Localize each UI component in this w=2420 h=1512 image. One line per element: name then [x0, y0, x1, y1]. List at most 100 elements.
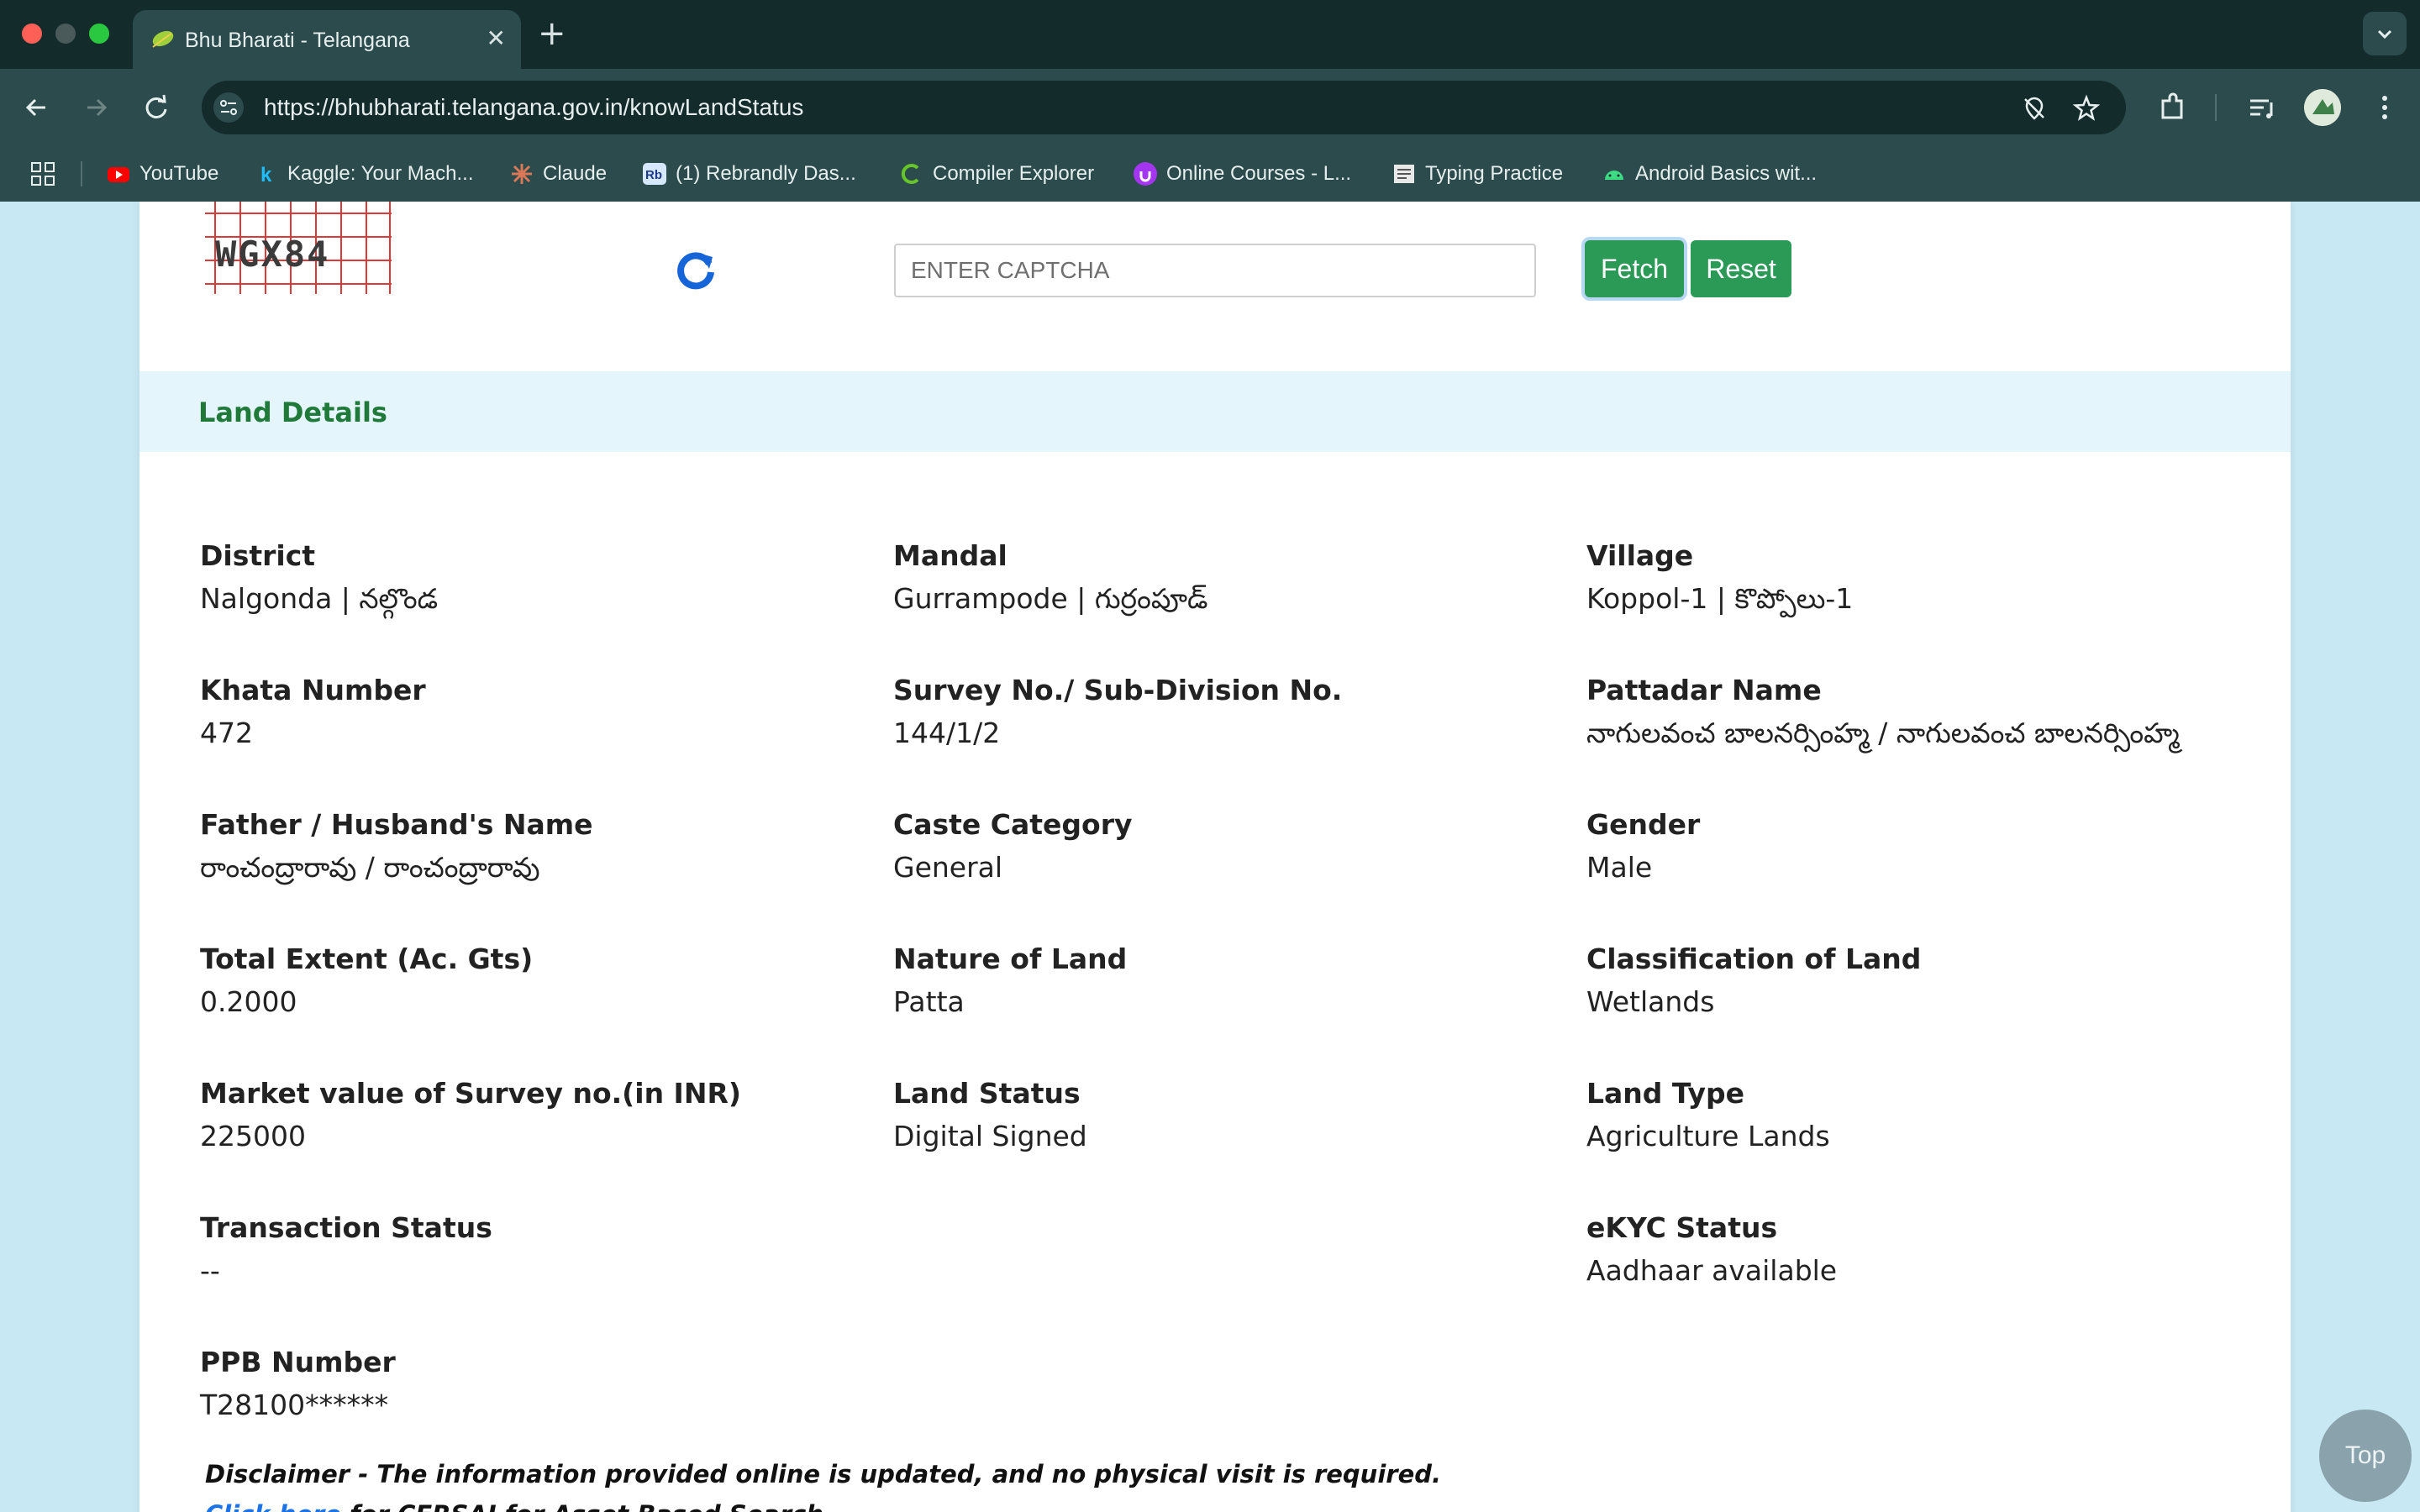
cersai-link-suffix: for CERSAI for Asset Based Search — [341, 1500, 823, 1512]
tab-close-icon[interactable]: ✕ — [487, 27, 506, 50]
youtube-icon — [108, 167, 129, 182]
bookmark-rebrandly[interactable]: Rb (1) Rebrandly Das... — [642, 158, 856, 190]
site-info-icon[interactable] — [213, 92, 244, 123]
field-label: Caste Category — [893, 808, 1133, 841]
new-tab-button[interactable]: + — [538, 15, 566, 52]
bookmarks-divider — [81, 161, 82, 186]
reset-button[interactable]: Reset — [1691, 240, 1791, 297]
field-label: Mandal — [893, 539, 1007, 572]
fetch-button[interactable]: Fetch — [1585, 240, 1684, 297]
tab-title: Bhu Bharati - Telangana — [185, 29, 410, 52]
field-survey-number: Survey No./ Sub-Division No. 144/1/2 — [893, 674, 1342, 749]
bookmark-android-basics[interactable]: Android Basics wit... — [1602, 158, 1817, 190]
field-father-husband-name: Father / Husband's Name రాంచంద్రారావు / … — [200, 808, 592, 890]
bookmark-label: Kaggle: Your Mach... — [287, 162, 474, 185]
field-value: రాంచంద్రారావు / రాంచంద్రారావు — [200, 851, 540, 884]
chevron-down-icon — [2377, 29, 2392, 39]
field-classification-of-land: Classification of Land Wetlands — [1586, 942, 1921, 1018]
apps-grid-icon[interactable] — [30, 161, 55, 186]
captcha-input[interactable] — [894, 244, 1536, 297]
field-ppb-number: PPB Number T28100****** — [200, 1346, 396, 1421]
field-value: Digital Signed — [893, 1120, 1087, 1152]
field-value: 144/1/2 — [893, 717, 1001, 749]
field-ekyc-status: eKYC Status Aadhaar available — [1586, 1211, 1837, 1287]
field-label: Total Extent (Ac. Gts) — [200, 942, 534, 975]
bookmark-label: Android Basics wit... — [1635, 162, 1818, 185]
window-minimize-button[interactable] — [55, 24, 76, 44]
field-total-extent: Total Extent (Ac. Gts) 0.2000 — [200, 942, 533, 1018]
address-bar[interactable]: https://bhubharati.telangana.gov.in/know… — [202, 81, 2126, 134]
land-details-header: Land Details — [139, 371, 2291, 452]
field-value: T28100****** — [200, 1389, 389, 1421]
cersai-line: Click here for CERSAI for Asset Based Se… — [205, 1500, 823, 1512]
field-caste-category: Caste Category General — [893, 808, 1133, 884]
field-gender: Gender Male — [1586, 808, 1700, 884]
back-arrow-icon[interactable] — [18, 89, 55, 126]
field-label: Father / Husband's Name — [200, 808, 593, 841]
field-value: Agriculture Lands — [1586, 1120, 1830, 1152]
field-land-type: Land Type Agriculture Lands — [1586, 1077, 1830, 1152]
bookmarks-bar: YouTube k Kaggle: Your Mach... Claude Rb… — [0, 146, 2420, 202]
bookmark-label: (1) Rebrandly Das... — [676, 162, 856, 185]
field-value: Gurrampode | గుర్రంపూడ్ — [893, 582, 1208, 615]
more-menu-icon[interactable] — [2366, 89, 2403, 126]
field-value: Patta — [893, 985, 965, 1018]
field-mandal: Mandal Gurrampode | గుర్రంపూడ్ — [893, 539, 1207, 622]
field-label: Pattadar Name — [1586, 674, 1822, 706]
field-value: General — [893, 851, 1003, 884]
location-off-icon[interactable] — [2020, 94, 2049, 123]
claude-icon — [512, 164, 532, 184]
field-value: Koppol-1 | కొప్పోలు-1 — [1586, 582, 1854, 615]
field-value: 472 — [200, 717, 253, 749]
field-district: District Nalgonda | నల్గొండ — [200, 539, 438, 622]
bookmark-youtube[interactable]: YouTube — [106, 158, 218, 190]
browser-tab-bar: Bhu Bharati - Telangana ✕ + — [0, 0, 2420, 69]
window-close-button[interactable] — [22, 24, 42, 44]
forward-arrow-icon[interactable] — [77, 89, 114, 126]
field-label: District — [200, 539, 316, 572]
field-value: Nalgonda | నల్గొండ — [200, 582, 438, 615]
reload-icon[interactable] — [138, 89, 175, 126]
field-value: Male — [1586, 851, 1653, 884]
field-label: PPB Number — [200, 1346, 396, 1378]
field-label: Land Type — [1586, 1077, 1745, 1110]
udemy-icon — [1134, 162, 1157, 186]
window-maximize-button[interactable] — [89, 24, 109, 44]
content-card: WGX84 Fetch Reset Land Details District … — [139, 202, 2291, 1512]
android-icon — [1605, 171, 1623, 180]
field-label: Classification of Land — [1586, 942, 1922, 975]
profile-avatar-icon — [2304, 89, 2341, 126]
field-label: Market value of Survey no.(in INR) — [200, 1077, 741, 1110]
field-label: Nature of Land — [893, 942, 1128, 975]
profile-avatar[interactable] — [2304, 89, 2341, 126]
page-viewport: WGX84 Fetch Reset Land Details District … — [0, 202, 2420, 1512]
field-pattadar-name: Pattadar Name నాగులవంచ బాలనర్సింహ్మ / నా… — [1586, 674, 2180, 756]
field-label: Land Status — [893, 1077, 1081, 1110]
cersai-link[interactable]: Click here — [205, 1500, 341, 1512]
bookmark-label: Claude — [543, 162, 608, 185]
field-value: -- — [200, 1254, 220, 1287]
bookmark-label: Typing Practice — [1425, 162, 1564, 185]
disclaimer-text: Disclaimer - The information provided on… — [205, 1460, 1442, 1488]
leaf-favicon-icon — [152, 30, 174, 48]
toolbar-divider — [2215, 94, 2217, 121]
tab-search-button[interactable] — [2363, 12, 2407, 55]
compiler-explorer-icon — [901, 164, 919, 184]
scroll-to-top-button[interactable]: Top — [2319, 1410, 2412, 1502]
bookmark-label: Online Courses - L... — [1166, 162, 1352, 185]
bookmark-online-courses[interactable]: Online Courses - L... — [1133, 158, 1351, 190]
refresh-captcha-icon[interactable] — [672, 245, 719, 292]
media-controls-icon[interactable] — [2244, 89, 2281, 126]
browser-tab-active[interactable]: Bhu Bharati - Telangana ✕ — [133, 10, 521, 69]
url-text: https://bhubharati.telangana.gov.in/know… — [264, 94, 804, 120]
bookmark-compiler-explorer[interactable]: Compiler Explorer — [899, 158, 1094, 190]
field-value: Wetlands — [1586, 985, 1715, 1018]
bookmark-claude[interactable]: Claude — [509, 158, 607, 190]
field-label: eKYC Status — [1586, 1211, 1778, 1244]
bookmark-typing-practice[interactable]: Typing Practice — [1392, 158, 1563, 190]
field-label: Transaction Status — [200, 1211, 492, 1244]
extensions-icon[interactable] — [2154, 89, 2191, 126]
bookmark-kaggle[interactable]: k Kaggle: Your Mach... — [254, 158, 473, 190]
bookmark-star-icon[interactable] — [2072, 94, 2101, 123]
field-value: నాగులవంచ బాలనర్సింహ్మ / నాగులవంచ బాలనర్స… — [1586, 717, 2180, 749]
